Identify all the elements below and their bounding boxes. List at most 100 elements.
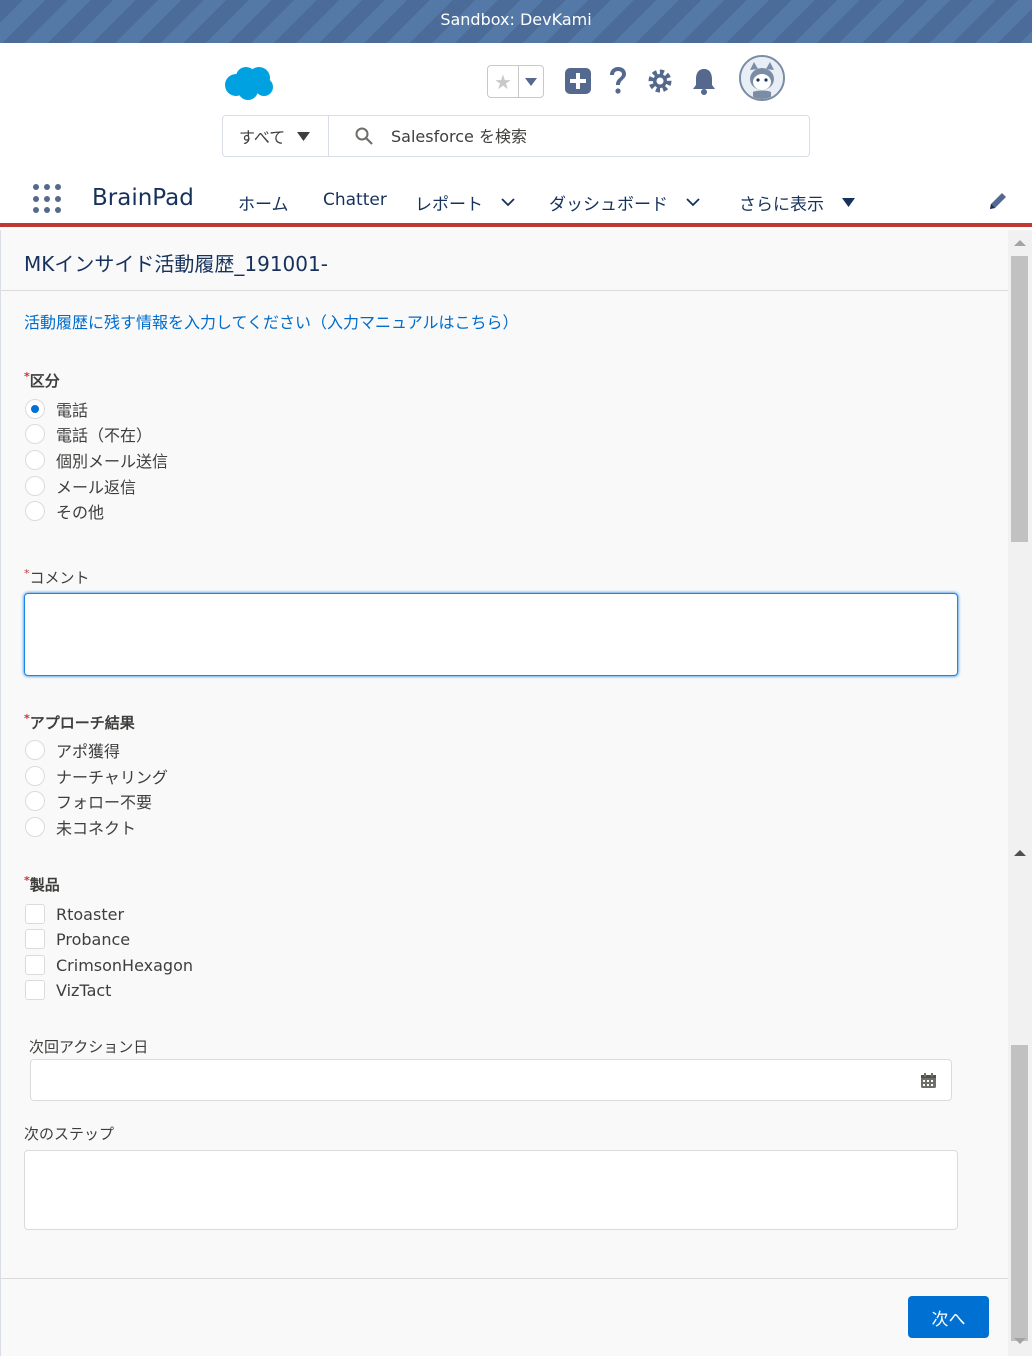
radio-button[interactable] <box>25 740 45 760</box>
global-actions-icon[interactable] <box>562 65 594 97</box>
category-option-label: メール返信 <box>56 478 137 497</box>
setup-gear-icon[interactable] <box>644 65 676 97</box>
notifications-bell-icon[interactable] <box>688 65 720 97</box>
approach-result-option-label: ナーチャリング <box>56 768 168 787</box>
category-option-label: 電話 <box>56 401 89 420</box>
nav-tab-dashboards[interactable]: ダッシュボード <box>549 190 700 215</box>
approach-result-option-label: 未コネクト <box>56 819 137 838</box>
next-button[interactable]: 次へ <box>908 1296 989 1338</box>
nav-tab-reports[interactable]: レポート <box>415 190 515 215</box>
scroll-up-arrow-icon[interactable] <box>1014 850 1026 856</box>
approach-result-option-label: フォロー不要 <box>56 793 153 812</box>
product-option-label: Rtoaster <box>56 904 125 924</box>
favorites-dropdown-icon[interactable] <box>519 66 543 97</box>
radio-button[interactable] <box>25 766 45 786</box>
radio-button[interactable] <box>25 399 45 419</box>
chevron-down-icon[interactable] <box>501 198 515 207</box>
scroll-thumb[interactable] <box>1011 1045 1028 1341</box>
sandbox-banner: Sandbox: DevKami <box>0 0 1032 43</box>
approach-result-option[interactable]: 未コネクト <box>25 816 136 838</box>
caret-down-icon <box>842 198 855 207</box>
product-option[interactable]: Rtoaster <box>25 903 124 925</box>
checkbox[interactable] <box>25 980 45 1000</box>
product-option-label: VizTact <box>56 980 112 1000</box>
search-icon <box>355 127 373 145</box>
search-scope-dropdown[interactable]: すべて <box>223 116 329 156</box>
checkbox[interactable] <box>25 904 45 924</box>
checkbox[interactable] <box>25 955 45 975</box>
radio-button[interactable] <box>25 476 45 496</box>
app-launcher-icon[interactable] <box>33 184 63 214</box>
approach-result-option[interactable]: ナーチャリング <box>25 765 168 787</box>
category-option[interactable]: 電話（不在） <box>25 423 152 445</box>
radio-button[interactable] <box>25 450 45 470</box>
comment-label: *コメント <box>24 567 90 588</box>
radio-button[interactable] <box>25 791 45 811</box>
search-field <box>329 116 809 156</box>
flow-form-panel: MKインサイド活動履歴_191001- 活動履歴に残す情報を入力してください（入… <box>0 230 1009 1356</box>
favorite-star-icon[interactable]: ★ <box>488 66 519 97</box>
help-icon[interactable] <box>602 65 634 97</box>
next-step-textarea[interactable] <box>24 1150 958 1230</box>
approach-result-label: *アプローチ結果 <box>24 712 135 733</box>
comment-label-text: コメント <box>29 569 90 587</box>
next-action-date-input[interactable] <box>30 1059 952 1101</box>
product-option[interactable]: VizTact <box>25 979 111 1001</box>
category-option[interactable]: 電話 <box>25 398 88 420</box>
scroll-up-arrow-icon[interactable] <box>1014 240 1026 246</box>
product-option-label: Probance <box>56 929 131 949</box>
nav-tab-label: さらに表示 <box>739 195 824 215</box>
products-label: *製品 <box>24 874 60 895</box>
nav-tab-chatter[interactable]: Chatter <box>323 190 387 210</box>
scrollbar[interactable] <box>1008 230 1032 1356</box>
category-option-label: 個別メール送信 <box>56 452 169 471</box>
page-title: MKインサイド活動履歴_191001- <box>24 252 328 276</box>
user-avatar[interactable] <box>739 55 785 101</box>
radio-button[interactable] <box>25 817 45 837</box>
chevron-down-icon <box>297 131 311 141</box>
approach-result-option[interactable]: アポ獲得 <box>25 739 120 761</box>
nav-tab-label: Chatter <box>323 190 387 210</box>
category-option[interactable]: 個別メール送信 <box>25 449 168 471</box>
global-header: ★ すべて <box>0 43 1032 171</box>
scroll-down-arrow-icon[interactable] <box>1014 1338 1026 1344</box>
checkbox[interactable] <box>25 929 45 949</box>
calendar-icon[interactable] <box>920 1072 937 1089</box>
next-action-date-label: 次回アクション日 <box>29 1038 149 1056</box>
instructions-link[interactable]: 活動履歴に残す情報を入力してください（入力マニュアルはこちら） <box>24 309 519 333</box>
product-option-label: CrimsonHexagon <box>56 955 193 975</box>
next-step-label: 次のステップ <box>24 1125 115 1143</box>
title-divider <box>1 290 1009 291</box>
approach-result-option-label: アポ獲得 <box>56 742 121 761</box>
scroll-thumb[interactable] <box>1011 256 1028 542</box>
radio-button[interactable] <box>25 501 45 521</box>
edit-nav-pencil-icon[interactable] <box>988 191 1008 211</box>
category-label: *区分 <box>24 370 60 391</box>
approach-result-option[interactable]: フォロー不要 <box>25 790 152 812</box>
category-option-label: 電話（不在） <box>56 426 153 445</box>
app-navigation: BrainPad ホーム Chatter レポート ダッシュボード さらに表示 <box>0 171 1032 227</box>
product-option[interactable]: Probance <box>25 928 130 950</box>
nav-tab-label: ダッシュボード <box>549 195 668 215</box>
category-option[interactable]: その他 <box>25 500 104 522</box>
chevron-down-icon[interactable] <box>686 198 700 207</box>
nav-more-menu[interactable]: さらに表示 <box>739 190 855 215</box>
nav-tab-label: ホーム <box>238 195 289 215</box>
sandbox-label: Sandbox: DevKami <box>440 10 592 29</box>
category-label-text: 区分 <box>29 372 60 390</box>
category-option[interactable]: メール返信 <box>25 475 136 497</box>
search-input[interactable] <box>391 126 791 146</box>
global-search: すべて <box>222 115 810 157</box>
footer-divider <box>1 1278 1009 1279</box>
search-scope-label: すべて <box>239 128 286 147</box>
product-option[interactable]: CrimsonHexagon <box>25 954 193 976</box>
salesforce-logo[interactable] <box>222 65 276 101</box>
nav-tab-home[interactable]: ホーム <box>238 190 289 215</box>
products-label-text: 製品 <box>29 876 60 894</box>
app-name: BrainPad <box>92 185 194 211</box>
radio-button[interactable] <box>25 424 45 444</box>
category-option-label: その他 <box>56 503 105 522</box>
approach-result-label-text: アプローチ結果 <box>29 714 135 732</box>
nav-tab-label: レポート <box>415 195 483 215</box>
comment-textarea[interactable] <box>24 593 958 676</box>
